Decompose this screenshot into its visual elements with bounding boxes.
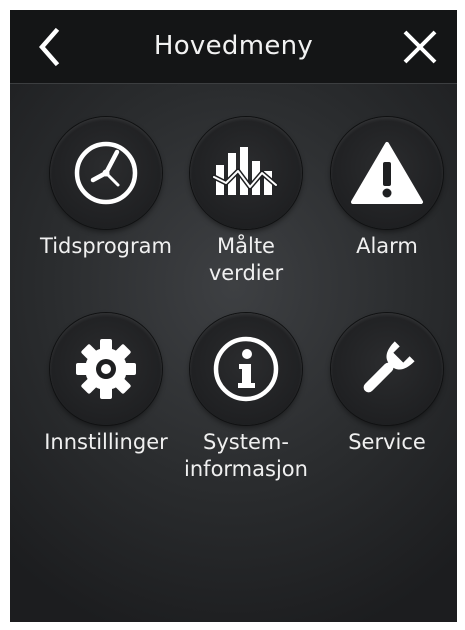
menu-item-tidsprogram[interactable]: Tidsprogram bbox=[32, 117, 182, 307]
menu-item-label: Alarm bbox=[307, 233, 457, 260]
menu-item-service[interactable]: Service bbox=[313, 313, 457, 503]
menu-item-innstillinger[interactable]: Innstillinger bbox=[32, 313, 182, 503]
menu-item-circle bbox=[50, 313, 162, 425]
label-line1: Målte bbox=[217, 234, 275, 258]
label-line2: informasjon bbox=[184, 457, 308, 481]
gear-icon bbox=[76, 339, 136, 399]
info-icon bbox=[213, 336, 279, 402]
menu-item-circle bbox=[190, 117, 302, 229]
header-bar: Hovedmeny bbox=[10, 10, 457, 84]
label-line2: verdier bbox=[208, 261, 284, 285]
back-button[interactable] bbox=[26, 24, 72, 70]
menu-item-circle bbox=[331, 313, 443, 425]
close-button[interactable] bbox=[397, 24, 443, 70]
chart-icon bbox=[211, 147, 279, 195]
label-line1: Alarm bbox=[356, 234, 418, 258]
menu-item-circle bbox=[190, 313, 302, 425]
menu-item-label: Innstillinger bbox=[26, 429, 186, 456]
close-icon bbox=[403, 30, 437, 64]
menu-item-malte-verdier[interactable]: Målte verdier bbox=[172, 117, 322, 307]
menu-item-circle bbox=[50, 117, 162, 229]
page-title: Hovedmeny bbox=[153, 31, 314, 61]
menu-item-alarm[interactable]: Alarm bbox=[313, 117, 457, 307]
label-line1: Tidsprogram bbox=[40, 234, 172, 258]
menu-item-label: Service bbox=[307, 429, 457, 456]
menu-item-label: Tidsprogram bbox=[26, 233, 186, 260]
chevron-left-icon bbox=[39, 27, 60, 67]
menu-item-label: System- informasjon bbox=[166, 429, 326, 483]
menu-item-label: Målte verdier bbox=[166, 233, 326, 287]
main-menu-screen: Hovedmeny Tidsprogram Målte verdier Alar… bbox=[10, 10, 457, 622]
wrench-icon bbox=[363, 341, 415, 393]
warning-icon bbox=[351, 142, 423, 204]
clock-icon bbox=[74, 141, 138, 205]
menu-item-systeminformasjon[interactable]: System- informasjon bbox=[172, 313, 322, 503]
menu-item-circle bbox=[331, 117, 443, 229]
label-line1: Innstillinger bbox=[44, 430, 168, 454]
label-line1: Service bbox=[348, 430, 426, 454]
label-line1: System- bbox=[203, 430, 289, 454]
